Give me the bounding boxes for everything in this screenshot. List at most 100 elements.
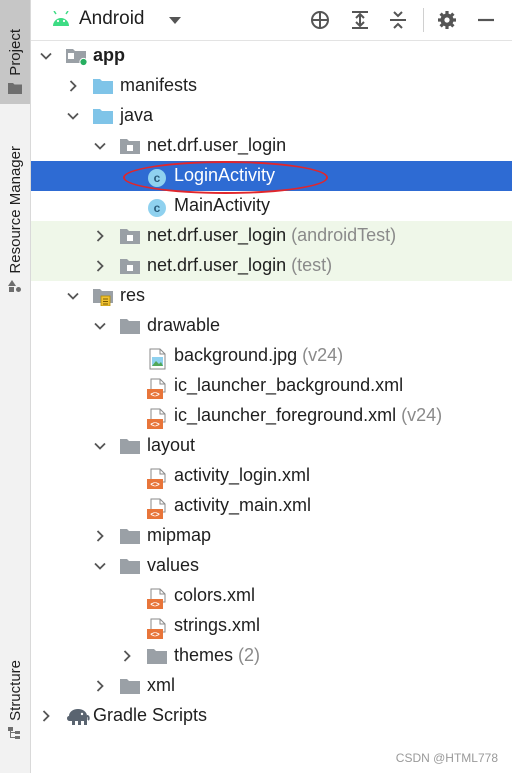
minimize-icon[interactable] bbox=[475, 9, 497, 31]
tree-item-qualifier: (2) bbox=[238, 645, 261, 665]
tree-item-label: background.jpg (v24) bbox=[174, 345, 343, 366]
tree-row[interactable]: net.drf.user_login (androidTest) bbox=[31, 221, 512, 251]
tree-row[interactable]: <> activity_main.xml bbox=[31, 491, 512, 521]
tree-item-name: mipmap bbox=[147, 525, 212, 545]
app-module-icon bbox=[66, 48, 88, 71]
tree-item-name: colors.xml bbox=[174, 585, 256, 605]
gradle-elephant-icon bbox=[66, 708, 90, 731]
chevron-down-icon[interactable] bbox=[39, 49, 53, 63]
locate-crosshair-icon[interactable] bbox=[309, 9, 331, 31]
tree-row[interactable]: values bbox=[31, 551, 512, 581]
package-folder-icon bbox=[120, 258, 140, 279]
tree-item-label: activity_login.xml bbox=[174, 465, 310, 486]
tree-item-qualifier: (v24) bbox=[401, 405, 443, 425]
tree-item-name: values bbox=[147, 555, 200, 575]
structure-tool-tab[interactable]: Structure bbox=[0, 640, 30, 745]
gear-icon[interactable] bbox=[436, 9, 458, 31]
tree-row[interactable]: <> colors.xml bbox=[31, 581, 512, 611]
chevron-right-icon[interactable] bbox=[93, 229, 107, 243]
tree-item-name: MainActivity bbox=[174, 195, 271, 215]
tree-row[interactable]: c LoginActivity bbox=[31, 161, 512, 191]
blue-folder-icon bbox=[93, 108, 113, 129]
chevron-down-icon[interactable] bbox=[93, 439, 107, 453]
tree-item-label: themes (2) bbox=[174, 645, 260, 666]
tree-item-label: LoginActivity bbox=[174, 165, 275, 186]
collapse-all-icon[interactable] bbox=[387, 9, 409, 31]
tree-item-label: net.drf.user_login (test) bbox=[147, 255, 332, 276]
svg-text:<>: <> bbox=[150, 600, 160, 609]
tree-row[interactable]: xml bbox=[31, 671, 512, 701]
tree-item-name: ic_launcher_background.xml bbox=[174, 375, 404, 395]
tree-row[interactable]: net.drf.user_login bbox=[31, 131, 512, 161]
chevron-down-icon[interactable] bbox=[66, 109, 80, 123]
chevron-right-icon[interactable] bbox=[93, 529, 107, 543]
gray-folder-icon bbox=[147, 648, 167, 669]
chevron-down-icon[interactable] bbox=[93, 559, 107, 573]
tree-item-name: net.drf.user_login bbox=[147, 135, 287, 155]
tree-row[interactable]: layout bbox=[31, 431, 512, 461]
tree-item-name: layout bbox=[147, 435, 196, 455]
tree-item-label: xml bbox=[147, 675, 175, 696]
tree-item-name: net.drf.user_login bbox=[147, 225, 287, 245]
tree-item-label: colors.xml bbox=[174, 585, 255, 606]
blue-folder-icon bbox=[93, 78, 113, 99]
tree-item-label: net.drf.user_login (androidTest) bbox=[147, 225, 396, 246]
tree-item-name: drawable bbox=[147, 315, 221, 335]
chevron-right-icon[interactable] bbox=[93, 679, 107, 693]
left-tool-strip: Project Resource Manager Structure bbox=[0, 0, 31, 773]
tree-row[interactable]: <> ic_launcher_foreground.xml (v24) bbox=[31, 401, 512, 431]
tree-row[interactable]: net.drf.user_login (test) bbox=[31, 251, 512, 281]
folder-icon bbox=[8, 83, 22, 94]
chevron-down-icon[interactable] bbox=[93, 139, 107, 153]
tree-item-label: Gradle Scripts bbox=[93, 705, 207, 726]
tree-item-qualifier: (androidTest) bbox=[291, 225, 397, 245]
tree-row[interactable]: <> activity_login.xml bbox=[31, 461, 512, 491]
view-mode-selector[interactable]: Android bbox=[79, 8, 145, 30]
gray-folder-icon bbox=[120, 528, 140, 549]
shapes-icon bbox=[8, 280, 21, 292]
gray-folder-icon bbox=[120, 678, 140, 699]
chevron-right-icon[interactable] bbox=[93, 259, 107, 273]
tree-item-name: java bbox=[120, 105, 154, 125]
tree-item-label: values bbox=[147, 555, 199, 576]
tree-row[interactable]: themes (2) bbox=[31, 641, 512, 671]
tree-item-label: drawable bbox=[147, 315, 220, 336]
tree-row[interactable]: background.jpg (v24) bbox=[31, 341, 512, 371]
chevron-down-icon[interactable] bbox=[93, 319, 107, 333]
chevron-right-icon[interactable] bbox=[39, 709, 53, 723]
tree-item-name: background.jpg bbox=[174, 345, 298, 365]
tree-row[interactable]: java bbox=[31, 101, 512, 131]
tree-row[interactable]: drawable bbox=[31, 311, 512, 341]
tree-item-label: res bbox=[120, 285, 145, 306]
project-tool-tab[interactable]: Project bbox=[0, 0, 30, 104]
chevron-right-icon[interactable] bbox=[120, 649, 134, 663]
package-folder-icon bbox=[120, 228, 140, 249]
tree-row[interactable]: c MainActivity bbox=[31, 191, 512, 221]
resource-manager-tool-tab[interactable]: Resource Manager bbox=[0, 120, 30, 300]
tree-item-label: strings.xml bbox=[174, 615, 260, 636]
class-icon: c bbox=[147, 198, 167, 223]
tree-row[interactable]: <> ic_launcher_background.xml bbox=[31, 371, 512, 401]
tree-item-name: Gradle Scripts bbox=[93, 705, 208, 725]
tree-item-name: themes bbox=[174, 645, 234, 665]
tree-row[interactable]: <> strings.xml bbox=[31, 611, 512, 641]
project-panel-header: Android bbox=[31, 0, 512, 41]
tree-item-label: MainActivity bbox=[174, 195, 270, 216]
watermark: CSDN @HTML778 bbox=[395, 751, 498, 765]
tree-row[interactable]: Gradle Scripts bbox=[31, 701, 512, 731]
tree-row[interactable]: app bbox=[31, 41, 512, 71]
tree-item-name: app bbox=[93, 45, 126, 65]
resource-manager-tab-label: Resource Manager bbox=[6, 146, 24, 274]
chevron-right-icon[interactable] bbox=[66, 79, 80, 93]
tree-item-qualifier: (test) bbox=[291, 255, 333, 275]
tree-row[interactable]: manifests bbox=[31, 71, 512, 101]
tree-item-label: activity_main.xml bbox=[174, 495, 311, 516]
tree-row[interactable]: res bbox=[31, 281, 512, 311]
chevron-down-icon[interactable] bbox=[169, 17, 181, 25]
chevron-down-icon[interactable] bbox=[66, 289, 80, 303]
expand-all-icon[interactable] bbox=[349, 9, 371, 31]
svg-text:c: c bbox=[154, 171, 161, 185]
project-tab-label: Project bbox=[6, 29, 24, 76]
class-icon: c bbox=[147, 168, 167, 193]
tree-row[interactable]: mipmap bbox=[31, 521, 512, 551]
